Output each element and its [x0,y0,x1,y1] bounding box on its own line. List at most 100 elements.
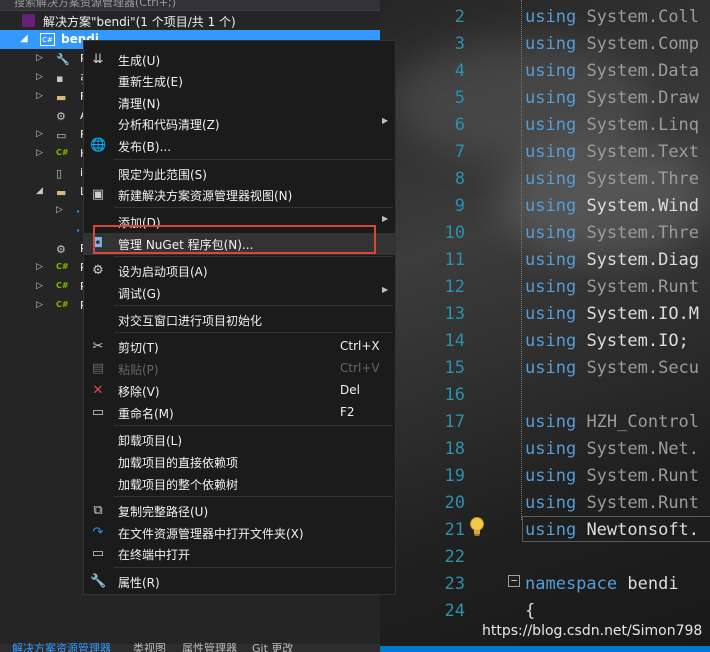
menu-item-remove[interactable]: ✕ 移除(V) Del [84,380,395,402]
code-line[interactable]: 4 using System.Data [380,59,710,86]
code-line[interactable]: 11 using System.Diag [380,248,710,275]
menu-item-init-interactive[interactable]: 对交互窗口进行项目初始化 [84,309,395,331]
expand-arrow-icon[interactable]: ◢ [20,33,28,44]
collapse-icon[interactable]: − [508,575,520,587]
menu-item-rename[interactable]: ▭ 重命名(M) F2 [84,402,395,424]
code-line[interactable]: 8 using System.Thre [380,167,710,194]
folder-icon: ▬ [56,91,67,104]
code-line[interactable]: 19 using System.Runt [380,464,710,491]
file-icon: ▯ [56,167,63,180]
code-text: using System.Linq [525,115,699,135]
menu-item-scope[interactable]: 限定为此范围(S) [84,163,395,185]
scissors-icon: ✂ [92,339,104,354]
tab-class-view[interactable]: 类视图 [133,640,166,652]
menu-item-label: 在文件资源管理器中打开文件夹(X) [118,527,304,541]
code-text: using System.Secu [525,358,699,378]
copy-icon: ⧉ [93,503,103,518]
code-line[interactable]: 7 using System.Text [380,140,710,167]
code-line[interactable]: 5 using System.Draw [380,86,710,113]
code-line[interactable]: 24 { [380,599,710,626]
expand-arrow-icon[interactable]: ▷ [36,72,43,82]
gear-icon: ⚙ [92,263,104,278]
menu-item-label: 卸载项目(L) [118,434,183,448]
menu-item-properties[interactable]: 🔧 属性(R) [84,571,395,593]
menu-item-load-tree[interactable]: 加载项目的整个依赖树 [84,473,395,495]
code-line[interactable]: 14 using System.IO; [380,329,710,356]
menu-item-rebuild[interactable]: 重新生成(E) [84,70,395,92]
code-text: { [525,601,535,621]
expand-arrow-icon[interactable]: ▷ [56,205,63,215]
menu-item-label: 加载项目的整个依赖树 [118,478,239,492]
menu-item-copy-path[interactable]: ⧉ 复制完整路径(U) [84,500,395,522]
menu-item-analyze[interactable]: 分析和代码清理(Z) ▶ [84,113,395,135]
code-text: using System.Text [525,142,699,162]
code-line[interactable]: 18 using System.Net. [380,437,710,464]
menu-item-set-startup[interactable]: ⚙ 设为启动项目(A) [84,260,395,282]
keyword: using [525,250,577,270]
keyword: using [525,223,577,243]
expand-arrow-icon[interactable]: ▷ [36,281,43,291]
expand-arrow-icon[interactable]: ▷ [36,148,43,158]
expand-arrow-icon[interactable]: ▷ [36,300,43,310]
menu-item-load-direct[interactable]: 加载项目的直接依赖项 [84,451,395,473]
menu-separator [114,305,393,306]
tree-item-solution[interactable]: 解决方案"bendi"(1 个项目/共 1 个) [0,11,380,30]
code-line[interactable]: 23 namespace bendi [380,572,710,599]
namespace-text: System.IO; [586,331,689,351]
tab-property-manager[interactable]: 属性管理器 [182,640,237,652]
namespace-text: System.Wind [586,196,700,216]
code-line[interactable]: 10 using System.Thre [380,221,710,248]
csharp-project-icon: C# [40,33,55,46]
code-line[interactable]: 22 [380,545,710,572]
expand-arrow-icon[interactable]: ▷ [36,262,43,272]
tab-git-changes[interactable]: Git 更改 [252,640,293,652]
code-line[interactable]: 12 using System.Runt [380,275,710,302]
namespace-text: HZH_Control [586,412,700,432]
menu-item-label: 重命名(M) [118,407,174,421]
code-line[interactable]: 13 using System.IO.M [380,302,710,329]
code-text: using System.IO.M [525,304,699,324]
code-line[interactable]: 2 using System.Coll [380,5,710,32]
code-text: using System.Diag [525,250,699,270]
code-text: using System.Wind [525,196,699,216]
search-placeholder: 搜索解决方案资源管理器(Ctrl+;) [14,0,177,9]
menu-item-new-view[interactable]: ▣ 新建解决方案资源管理器视图(N) [84,184,395,206]
code-text: using System.Comp [525,34,699,54]
code-line[interactable]: 17 using HZH_Control [380,410,710,437]
menu-item-debug[interactable]: 调试(G) ▶ [84,282,395,304]
code-editor[interactable]: 2 using System.Coll 3 using System.Comp 4 usi… [380,0,710,652]
menu-item-clean[interactable]: 清理(N) [84,92,395,114]
expand-arrow-icon[interactable]: ▷ [36,91,43,101]
menu-item-label: 调试(G) [118,287,161,301]
tab-solution-explorer[interactable]: 解决方案资源管理器 [12,640,111,652]
terminal-icon: ▭ [91,546,105,561]
namespace-text: System.IO.M [586,304,700,324]
code-line[interactable]: 20 using System.Runt [380,491,710,518]
code-line[interactable]: 15 using System.Secu [380,356,710,383]
menu-item-cut[interactable]: ✂ 剪切(T) Ctrl+X [84,336,395,358]
config-icon: ⚙ [56,243,66,256]
menu-item-open-folder[interactable]: ↷ 在文件资源管理器中打开文件夹(X) [84,522,395,544]
menu-item-shortcut: Ctrl+V [340,361,380,375]
wrench-icon: 🔧 [90,574,107,589]
lightbulb-icon[interactable] [468,516,486,538]
code-line[interactable]: 9 using System.Wind [380,194,710,221]
menu-item-build[interactable]: ⇊ 生成(U) [84,49,395,71]
expand-arrow-icon[interactable]: ▷ [36,129,43,139]
namespace-text: System.Runt [586,493,700,513]
menu-item-open-terminal[interactable]: ▭ 在终端中打开 [84,543,395,565]
menu-item-shortcut: F2 [340,405,355,419]
code-line[interactable]: 6 using System.Linq [380,113,710,140]
menu-item-label: 对交互窗口进行项目初始化 [118,314,263,328]
menu-item-unload[interactable]: 卸载项目(L) [84,429,395,451]
menu-separator [114,159,393,160]
code-line[interactable]: 3 using System.Comp [380,32,710,59]
code-text: using System.Runt [525,493,699,513]
keyword: using [525,169,577,189]
menu-item-publish[interactable]: 🌐 发布(B)... [84,135,395,157]
code-line[interactable]: 16 [380,383,710,410]
solution-search-input[interactable]: 搜索解决方案资源管理器(Ctrl+;) [0,0,380,11]
expand-arrow-icon[interactable]: ▷ [36,53,43,63]
watermark: https://blog.csdn.net/Simon798 [482,623,703,639]
expand-arrow-icon[interactable]: ◢ [36,186,43,196]
